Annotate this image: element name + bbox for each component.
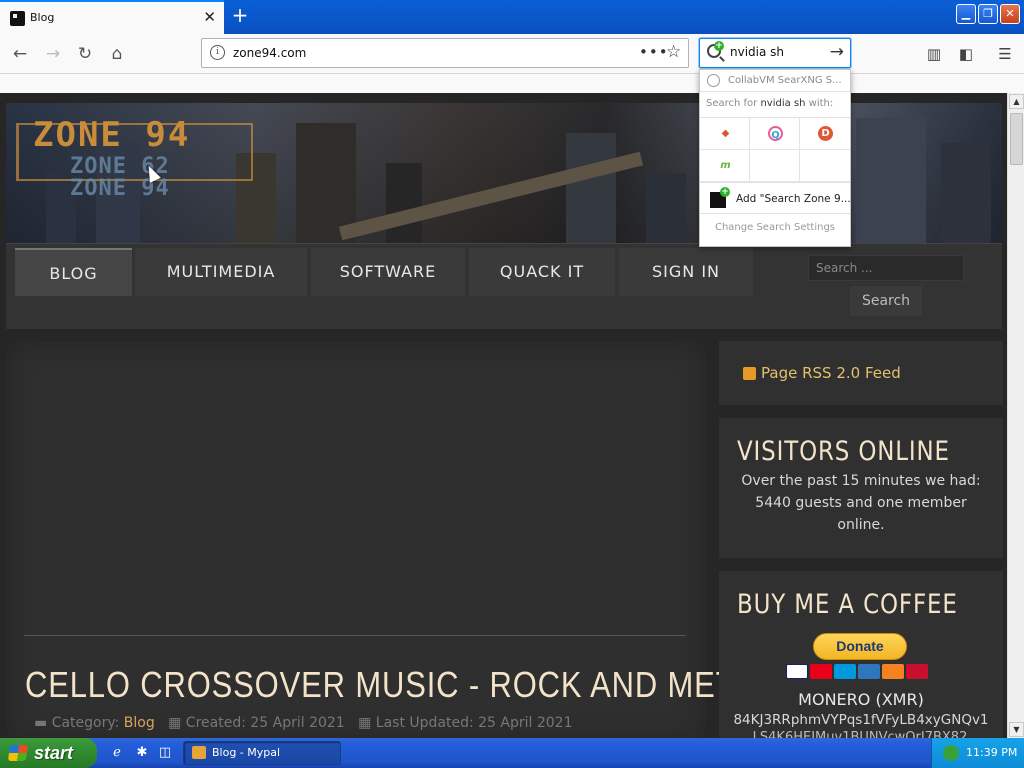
engine-mojeek[interactable]: m xyxy=(700,150,750,182)
created-date: Created: 25 April 2021 xyxy=(185,715,345,731)
mojeek-icon: m xyxy=(720,160,731,171)
windows-taskbar xyxy=(0,738,1024,768)
site-search-input[interactable]: Search ... xyxy=(808,255,964,281)
rss-panel: Page RSS 2.0 Feed xyxy=(719,341,1003,405)
monero-heading: MONERO (XMR) xyxy=(798,690,924,709)
payment-cards-icon xyxy=(786,664,934,680)
scroll-down-arrow-icon[interactable]: ▼ xyxy=(1009,722,1024,737)
change-search-settings-link[interactable]: Change Search Settings xyxy=(700,222,850,233)
navigation-toolbar: ← → ↻ ⌂ i zone94.com ••• ☆ + → ▥ ◧ ☰ xyxy=(0,34,1024,74)
scroll-up-arrow-icon[interactable]: ▲ xyxy=(1009,94,1024,109)
explorer-quicklaunch-icon[interactable]: ◫ xyxy=(156,745,174,761)
window-minimize-button[interactable]: ▁ xyxy=(956,4,976,24)
engine-grid: ◆ Q D m xyxy=(700,117,850,182)
engine-qwant[interactable]: Q xyxy=(750,118,800,150)
dropdown-default-engine[interactable]: CollabVM SearXNG S... xyxy=(700,70,850,92)
ie-quicklaunch-icon[interactable]: ℯ xyxy=(108,745,126,761)
site-info-icon[interactable]: i xyxy=(210,45,225,60)
rss-icon xyxy=(743,367,756,380)
menu-hamburger-icon[interactable]: ☰ xyxy=(993,42,1017,66)
search-bar[interactable]: + → xyxy=(699,38,851,68)
network-tray-icon[interactable] xyxy=(943,745,959,761)
menu-item-software[interactable]: SOFTWARE xyxy=(311,248,465,296)
donate-button[interactable]: Donate xyxy=(813,633,907,660)
coffee-heading: BUY ME A COFFEE xyxy=(737,589,958,620)
forward-arrow-icon[interactable]: → xyxy=(41,42,65,66)
menu-item-blog[interactable]: BLOG xyxy=(15,248,132,296)
engine-empty-slot xyxy=(750,150,800,182)
browser-tab-blog[interactable]: Blog ✕ xyxy=(0,0,224,34)
category-label: Category: xyxy=(51,715,124,731)
site-search-button[interactable]: Search xyxy=(850,286,922,316)
search-go-arrow-icon[interactable]: → xyxy=(830,42,844,62)
scroll-thumb[interactable] xyxy=(1010,113,1023,165)
page-scrollbar[interactable]: ▲ ▼ xyxy=(1007,93,1024,738)
start-label: start xyxy=(34,743,74,763)
updated-date: Last Updated: 25 April 2021 xyxy=(375,715,573,731)
category-link[interactable]: Blog xyxy=(124,715,155,731)
library-icon[interactable]: ▥ xyxy=(922,42,946,66)
site-logo[interactable]: ZONE 94 xyxy=(33,115,190,155)
article-title[interactable]: CELLO CROSSOVER MUSIC - ROCK AND METAL xyxy=(25,664,773,706)
rss-feed-link[interactable]: Page RSS 2.0 Feed xyxy=(761,364,901,382)
taskbar-item-label: Blog - Mypal xyxy=(212,746,281,759)
folder-icon: ▬ xyxy=(34,715,48,731)
monero-address-continued[interactable]: LS4K6HEIMuv1BUNVcwQrJ7BX82 xyxy=(740,730,980,738)
toolbar-spacer xyxy=(0,74,1024,93)
engine-duckduckgo[interactable]: D xyxy=(800,118,850,150)
tray-clock[interactable]: 11:39 PM xyxy=(966,746,1017,759)
page-actions-icon[interactable]: ••• xyxy=(639,43,669,61)
add-search-engine-item[interactable]: Add "Search Zone 9... xyxy=(700,182,851,214)
search-input[interactable] xyxy=(730,45,820,59)
mypal-app-icon xyxy=(192,746,206,759)
site-favicon-icon xyxy=(10,11,25,26)
reload-icon[interactable]: ↻ xyxy=(73,42,97,66)
visitors-panel: VISITORS ONLINE Over the past 15 minutes… xyxy=(719,418,1003,558)
globe-icon xyxy=(707,74,720,87)
system-tray: 11:39 PM xyxy=(931,738,1024,768)
tab-title: Blog xyxy=(30,11,55,24)
url-text[interactable]: zone94.com xyxy=(233,46,306,60)
windows-logo-icon xyxy=(7,745,29,761)
engine-empty-slot xyxy=(800,150,850,182)
add-engine-badge-icon: + xyxy=(714,41,724,51)
tab-close-icon[interactable]: ✕ xyxy=(203,8,216,26)
window-close-button[interactable]: ✕ xyxy=(1000,4,1020,24)
duckduckgo-icon: D xyxy=(818,126,833,141)
add-engine-icon xyxy=(710,187,730,208)
bookmark-star-icon[interactable]: ☆ xyxy=(666,42,681,62)
add-engine-label: Add "Search Zone 9... xyxy=(736,193,851,205)
taskbar-item-blog[interactable]: Blog - Mypal xyxy=(183,741,341,765)
window-maximize-button[interactable]: ❐ xyxy=(978,4,998,24)
menu-item-sign-in[interactable]: SIGN IN xyxy=(619,248,753,296)
engine-brave[interactable]: ◆ xyxy=(700,118,750,150)
mypal-quicklaunch-icon[interactable]: ✱ xyxy=(133,745,151,761)
search-suggestions-dropdown: CollabVM SearXNG S... Search for nvidia … xyxy=(699,69,851,247)
home-icon[interactable]: ⌂ xyxy=(105,42,129,66)
new-tab-button[interactable]: + xyxy=(228,4,252,28)
calendar-updated-icon: ▦ xyxy=(358,715,372,731)
article-meta: ▬ Category: Blog ▦ Created: 25 April 202… xyxy=(34,715,572,731)
sidebar-icon[interactable]: ◧ xyxy=(954,42,978,66)
calendar-icon: ▦ xyxy=(168,715,182,731)
qwant-icon: Q xyxy=(768,126,783,141)
start-button[interactable]: start xyxy=(0,738,97,768)
url-bar[interactable]: i zone94.com ••• ☆ xyxy=(201,38,689,68)
monero-address[interactable]: 84KJ3RRphmVYPqs1fVFyLB4xyGNQv1 xyxy=(719,712,1003,728)
back-arrow-icon[interactable]: ← xyxy=(8,42,32,66)
default-engine-label: CollabVM SearXNG S... xyxy=(728,75,842,86)
menu-item-quack-it[interactable]: QUACK IT xyxy=(469,248,615,296)
search-for-label: Search for nvidia sh with: xyxy=(706,98,834,109)
visitors-heading: VISITORS ONLINE xyxy=(737,436,950,467)
visitors-text: Over the past 15 minutes we had: 5440 gu… xyxy=(741,473,981,533)
menu-item-multimedia[interactable]: MULTIMEDIA xyxy=(135,248,307,296)
brave-icon: ◆ xyxy=(721,128,730,139)
article-divider xyxy=(24,635,686,636)
